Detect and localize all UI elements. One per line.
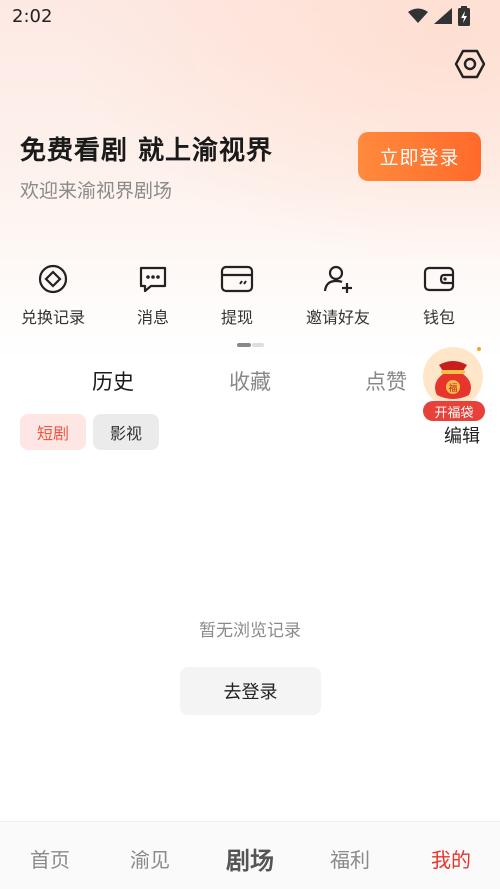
page-dot [252,343,264,347]
wallet-icon [423,266,455,292]
lucky-bag-icon: 福 [423,347,483,407]
nav-item-theater[interactable]: 剧场 [210,841,290,876]
filter-chip-film-tv[interactable]: 影视 [93,414,159,450]
status-icons [408,6,470,26]
shortcut-invite-friends[interactable]: 邀请好友 [288,262,388,328]
nav-item-home[interactable]: 首页 [10,844,90,873]
settings-icon [454,49,486,79]
shortcut-exchange-records[interactable]: 兑换记录 [3,262,103,328]
empty-state-message: 暂无浏览记录 [199,621,301,641]
page-subline: 欢迎来渝视界剧场 [20,180,173,202]
nav-item-welfare[interactable]: 福利 [310,844,390,873]
filter-chip-short-drama[interactable]: 短剧 [20,414,86,450]
nav-item-mine[interactable]: 我的 [411,844,491,873]
shortcut-label: 提现 [220,308,253,327]
shortcut-label: 邀请好友 [305,308,370,327]
wifi-icon [408,8,428,23]
message-icon [139,266,167,293]
tab-history[interactable]: 历史 [92,366,134,396]
lucky-bag-label: 开福袋 [423,401,485,421]
invite-icon [323,265,352,293]
signal-icon [434,8,452,24]
edit-button[interactable]: 编辑 [444,422,480,448]
settings-button[interactable] [452,46,488,82]
tab-likes[interactable]: 点赞 [365,366,407,396]
tab-favorites[interactable]: 收藏 [229,366,271,396]
lucky-bag-glyph: 福 [448,382,457,394]
page-dot-active [237,343,251,347]
page-indicator [237,343,264,347]
login-now-button[interactable]: 立即登录 [358,132,481,181]
shortcut-wallet[interactable]: 钱包 [389,262,489,328]
bottom-nav: 首页 渝见 剧场 福利 我的 [0,821,500,889]
page-headline: 免费看剧 就上渝视界 [20,136,274,166]
shortcut-label: 兑换记录 [20,308,85,327]
status-time: 2:02 [12,6,53,27]
shortcut-label: 钱包 [422,308,455,327]
shortcut-withdraw[interactable]: 提现 [187,262,287,328]
battery-icon [458,6,470,26]
nav-item-yujian[interactable]: 渝见 [110,844,190,873]
withdraw-icon [220,265,254,293]
shortcut-bar: 兑换记录 消息 提现 邀请好友 钱包 [0,262,500,332]
go-login-button[interactable]: 去登录 [180,667,321,715]
status-bar: 2:02 [0,0,500,34]
exchange-icon [38,264,68,294]
lucky-bag-button[interactable]: 福 开福袋 [417,343,489,423]
